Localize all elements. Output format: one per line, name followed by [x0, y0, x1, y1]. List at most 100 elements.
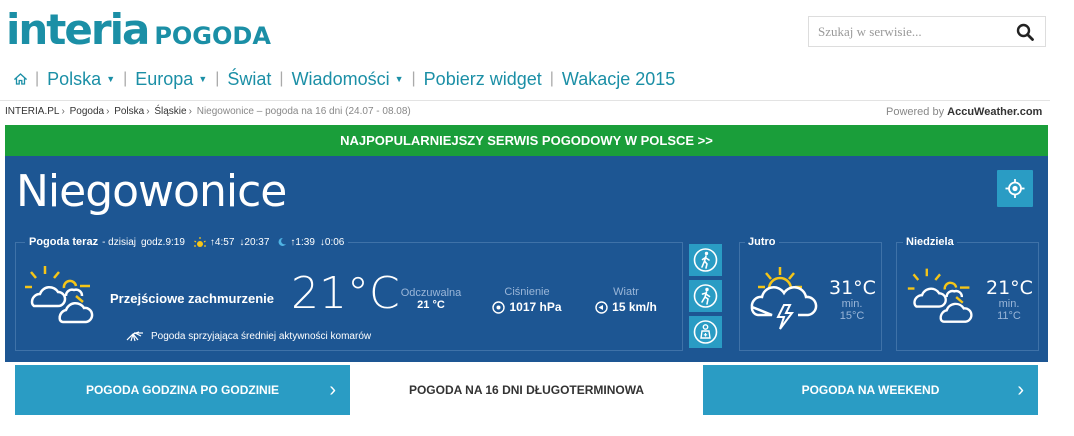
powered-prefix: Powered by	[886, 106, 945, 118]
nav-label: Polska	[47, 68, 102, 89]
nav-item-widget[interactable]: Pobierz widget	[424, 69, 542, 90]
mosquito-text: Pogoda sprzyjająca średniej aktywności k…	[151, 330, 372, 342]
locate-button[interactable]	[997, 170, 1033, 207]
chevron-right-icon: ›	[329, 379, 336, 401]
forecast-min-value: 15°C	[839, 310, 865, 322]
breadcrumb-item[interactable]: Pogoda	[70, 106, 104, 117]
breadcrumb-arrow: ›	[61, 106, 65, 117]
nav-separator: |	[279, 70, 284, 87]
weather-description: Przejściowe zachmurzenie	[110, 291, 275, 306]
caret-down-icon: ▼	[394, 74, 404, 84]
main-nav: | Polska ▼ | Europa ▼ | Świat | Wiadomości…	[14, 66, 675, 92]
pressure-icon	[492, 300, 506, 314]
thunderstorm-icon	[750, 267, 818, 330]
mosquito-icon	[126, 331, 143, 342]
activity-health-button[interactable]	[688, 315, 723, 349]
activity-walking-button[interactable]	[688, 243, 723, 277]
search-icon[interactable]	[1016, 23, 1034, 41]
nav-separator: |	[35, 70, 40, 87]
feels-like: Odczuwalna 21 °C	[399, 287, 463, 311]
promo-banner[interactable]: NAJPOPULARNIEJSZY SERWIS POGODOWY W POLS…	[5, 125, 1048, 156]
powered-brand: AccuWeather.com	[947, 106, 1043, 118]
nav-item-europa[interactable]: Europa ▼	[135, 69, 207, 90]
current-weather-header: Pogoda teraz - dzisiaj godz.9:19 ↑ 4:57 ↓…	[25, 236, 349, 248]
nav-label: Wakacje 2015	[561, 68, 676, 89]
now-title: Pogoda teraz	[29, 236, 99, 248]
nav-item-swiat[interactable]: Świat	[227, 69, 271, 90]
caret-down-icon: ▼	[106, 74, 116, 84]
search-box	[808, 16, 1046, 47]
walking-person-icon	[693, 248, 718, 272]
wind: Wiatr 15 km/h	[586, 286, 666, 314]
nav-separator: |	[549, 70, 554, 87]
nav-item-wakacje[interactable]: Wakacje 2015	[562, 69, 675, 90]
tab-label: POGODA NA 16 DNI DŁUGOTERMINOWA	[408, 383, 645, 397]
now-day: - dzisiaj	[102, 236, 136, 248]
breadcrumb: INTERIA.PL › Pogoda › Polska › Śląskie › Nie…	[5, 106, 411, 117]
powered-by[interactable]: Powered by AccuWeather.com	[886, 106, 1042, 118]
pressure-label: Ciśnienie	[504, 286, 550, 298]
breadcrumb-arrow: ›	[146, 106, 150, 117]
location-target-icon	[1005, 179, 1025, 198]
breadcrumb-current: Niegowonice – pogoda na 16 dni (24.07 - …	[196, 106, 411, 117]
tab-weekend[interactable]: POGODA NA WEEKEND ›	[703, 365, 1038, 415]
nav-item-polska[interactable]: Polska ▼	[47, 69, 115, 90]
forecast-day-name: Niedziela	[903, 236, 957, 248]
nav-item-wiadomosci[interactable]: Wiadomości ▼	[292, 69, 404, 90]
forecast-temp: 31°C	[829, 277, 876, 299]
pressure: Ciśnienie 1017 hPa	[488, 286, 566, 314]
moonset-value: 0:06	[324, 236, 345, 248]
pressure-value: 1017 hPa	[509, 300, 562, 314]
breadcrumb-arrow: ›	[106, 106, 110, 117]
wind-value: 15 km/h	[612, 300, 657, 314]
wind-label: Wiatr	[613, 286, 639, 298]
caret-down-icon: ▼	[198, 74, 208, 84]
tab-label: POGODA NA WEEKEND	[801, 383, 940, 397]
search-input[interactable]	[809, 17, 1009, 46]
moonrise-value: 1:39	[295, 236, 315, 248]
breadcrumb-item[interactable]: Polska	[114, 106, 144, 117]
current-temperature: 21°C	[291, 268, 400, 319]
home-icon[interactable]	[14, 73, 27, 85]
tab-hourly[interactable]: POGODA GODZINA PO GODZINIE ›	[15, 365, 350, 415]
forecast-day-name: Jutro	[745, 236, 779, 248]
forecast-min-value: 11°C	[997, 310, 1021, 322]
logo[interactable]: INTERIA POGODA	[6, 5, 271, 54]
mosquito-info: Pogoda sprzyjająca średniej aktywności k…	[125, 330, 371, 342]
tab-16-days[interactable]: POGODA NA 16 DNI DŁUGOTERMINOWA	[359, 365, 694, 436]
person-health-icon	[693, 320, 718, 344]
nav-separator: |	[123, 70, 128, 87]
logo-sub: POGODA	[154, 22, 271, 50]
partly-cloudy-icon	[907, 268, 973, 323]
nav-label: Świat	[227, 68, 272, 89]
running-person-icon	[693, 284, 718, 308]
logo-main: INTERIA	[6, 5, 150, 54]
feels-like-value: 21 °C	[417, 299, 445, 311]
divider	[0, 100, 1050, 101]
forecast-temp: 21°C	[986, 277, 1033, 299]
activity-running-button[interactable]	[688, 279, 723, 313]
nav-label: Pobierz widget	[423, 68, 542, 89]
feels-like-label: Odczuwalna	[400, 287, 462, 299]
now-time: godz.9:19	[140, 236, 185, 248]
forecast-min-label: min.	[841, 298, 863, 310]
breadcrumb-item[interactable]: Śląskie	[154, 106, 186, 117]
breadcrumb-item[interactable]: INTERIA.PL	[5, 106, 59, 117]
forecast-min: min. 15°C	[834, 298, 870, 322]
partly-cloudy-icon	[25, 266, 94, 324]
wind-direction-icon	[595, 300, 608, 314]
sunrise-value: 4:57	[214, 236, 235, 248]
forecast-min-label: min.	[998, 298, 1020, 310]
nav-separator: |	[215, 70, 220, 87]
sun-small-icon	[193, 237, 206, 247]
breadcrumb-arrow: ›	[188, 106, 192, 117]
forecast-min: min. 11°C	[991, 298, 1027, 322]
chevron-right-icon: ›	[1017, 379, 1024, 401]
tab-label: POGODA GODZINA PO GODZINIE	[85, 383, 280, 397]
nav-separator: |	[411, 70, 416, 87]
nav-label: Wiadomości	[291, 68, 390, 89]
moon-small-icon	[278, 237, 287, 246]
city-name: Niegowonice	[16, 166, 287, 217]
nav-label: Europa	[135, 68, 194, 89]
sunset-value: 20:37	[244, 236, 270, 248]
